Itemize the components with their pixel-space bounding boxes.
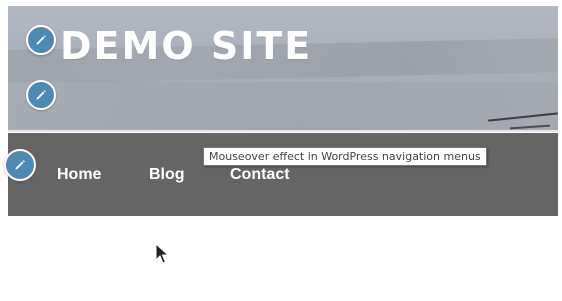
- edit-site-title-button[interactable]: [26, 25, 56, 55]
- header-brush-stroke: [8, 82, 558, 132]
- site-title[interactable]: DEMO SITE: [60, 24, 312, 68]
- site-header: DEMO SITE: [8, 6, 558, 132]
- edit-tagline-button[interactable]: [26, 80, 56, 110]
- primary-navigation: Home Blog Contact: [8, 133, 558, 216]
- header-divider: [8, 130, 558, 132]
- pencil-icon: [15, 160, 25, 170]
- nav-item-blog[interactable]: Blog: [149, 166, 185, 184]
- pencil-icon: [36, 35, 46, 45]
- mouse-pointer-icon: [155, 243, 169, 264]
- site-preview: DEMO SITE Home Blog Contact: [8, 6, 558, 216]
- edit-menu-button[interactable]: [4, 149, 36, 181]
- nav-item-contact[interactable]: Contact: [230, 166, 290, 184]
- nav-item-home[interactable]: Home: [57, 166, 101, 184]
- pencil-icon: [36, 90, 46, 100]
- tooltip: Mouseover effect in WordPress navigation…: [203, 147, 487, 166]
